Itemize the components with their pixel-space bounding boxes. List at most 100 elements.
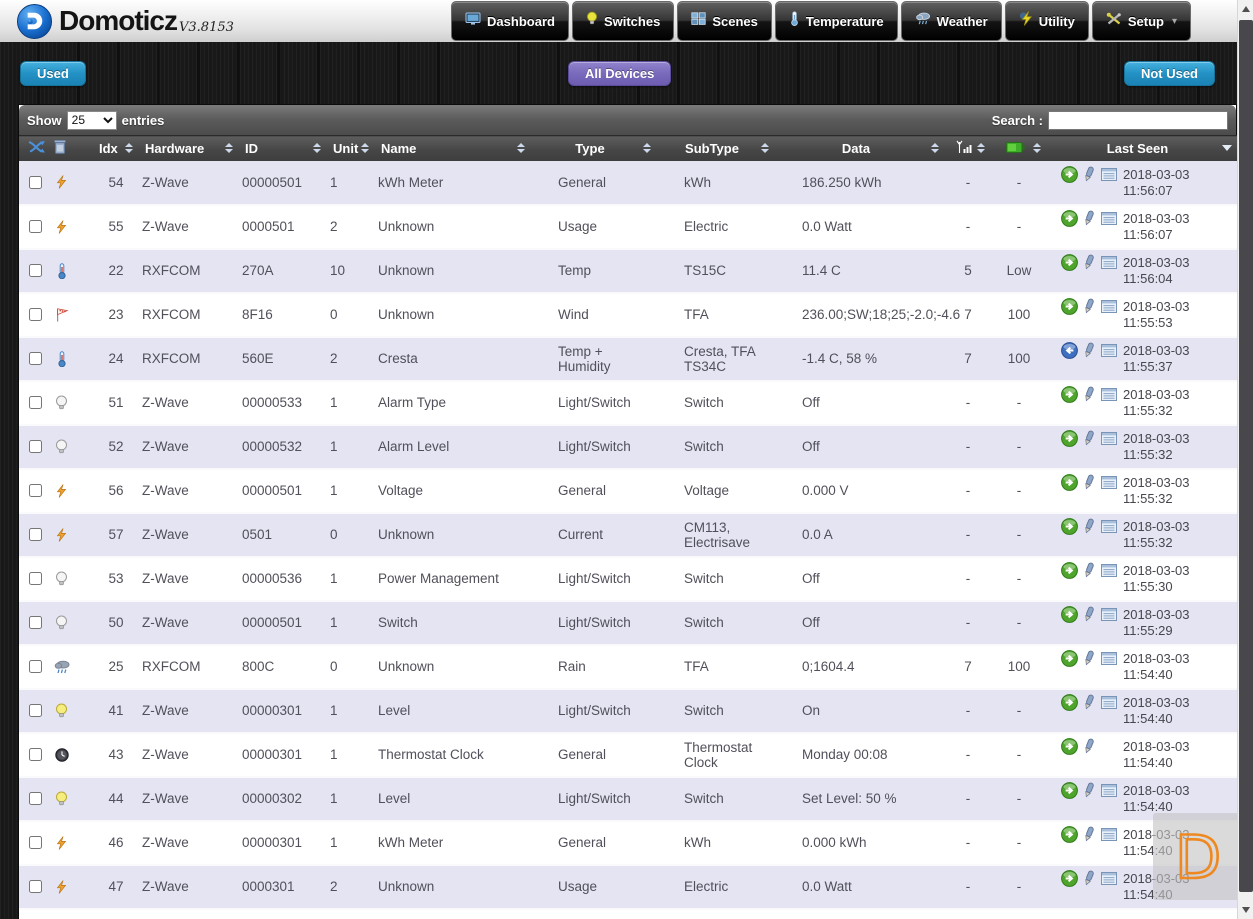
column-unit[interactable]: Unit <box>327 135 375 161</box>
rename-pencil-icon[interactable] <box>1083 826 1096 843</box>
set-used-arrow-icon[interactable] <box>1061 254 1078 271</box>
set-used-arrow-icon[interactable] <box>1061 298 1078 315</box>
used-filter-button[interactable]: Used <box>20 61 86 86</box>
search-input[interactable] <box>1048 110 1228 130</box>
log-icon[interactable] <box>1101 256 1117 269</box>
rename-pencil-icon[interactable] <box>1083 650 1096 667</box>
table-row[interactable]: 23 RXFCOM 8F16 0 Unknown Wind TFA 236.00;SW;18;… <box>19 292 1238 337</box>
rename-pencil-icon[interactable] <box>1083 166 1096 183</box>
log-icon[interactable] <box>1101 167 1117 181</box>
set-used-arrow-icon[interactable] <box>1061 210 1078 227</box>
not-used-filter-button[interactable]: Not Used <box>1123 61 1215 86</box>
table-row[interactable]: 53 Z-Wave 00000536 1 Power Management Light/S… <box>19 556 1238 601</box>
trash-icon[interactable] <box>54 139 66 157</box>
table-row[interactable]: 43 Z-Wave 00000301 1 Thermostat Clock General… <box>19 732 1238 777</box>
table-row[interactable]: 24 RXFCOM 560E 2 Cresta Temp + Humidity Cresta… <box>19 336 1238 381</box>
rename-pencil-icon[interactable] <box>1083 210 1096 227</box>
table-row[interactable]: 57 Z-Wave 0501 0 Unknown Current CM113, Electr… <box>19 512 1238 557</box>
row-checkbox[interactable] <box>29 175 42 189</box>
set-used-arrow-icon[interactable] <box>1061 826 1078 843</box>
column-battery[interactable] <box>991 135 1047 161</box>
set-used-arrow-icon[interactable] <box>1061 386 1078 403</box>
rename-pencil-icon[interactable] <box>1083 386 1096 403</box>
nav-tab-utility[interactable]: Utility <box>1004 1 1089 41</box>
table-row[interactable]: 56 Z-Wave 00000501 1 Voltage General Voltage 0.… <box>19 468 1238 513</box>
nav-tab-scenes[interactable]: Scenes <box>677 1 772 41</box>
column-name[interactable]: Name <box>375 135 531 161</box>
all-devices-filter-button[interactable]: All Devices <box>568 61 672 86</box>
rename-pencil-icon[interactable] <box>1083 342 1096 359</box>
rename-pencil-icon[interactable] <box>1083 738 1096 755</box>
table-row[interactable]: 2018-03-03 <box>19 908 1238 919</box>
log-icon[interactable] <box>1101 696 1117 709</box>
table-row[interactable]: 22 RXFCOM 270A 10 Unknown Temp TS15C 11.4 C 5 Low… <box>19 248 1238 293</box>
row-checkbox[interactable] <box>29 308 42 321</box>
rename-pencil-icon[interactable] <box>1083 430 1096 447</box>
log-icon[interactable] <box>1101 520 1117 533</box>
log-icon[interactable] <box>1101 784 1117 797</box>
table-row[interactable]: 46 Z-Wave 00000301 1 kWh Meter General kWh 0.00… <box>19 820 1238 865</box>
row-checkbox[interactable] <box>29 484 42 497</box>
table-row[interactable]: 25 RXFCOM 800C 0 Unknown Rain TFA 0;1604.4 7 100 2… <box>19 644 1238 689</box>
row-checkbox[interactable] <box>29 396 42 409</box>
rename-pencil-icon[interactable] <box>1083 474 1096 491</box>
log-icon[interactable] <box>1101 388 1117 401</box>
table-row[interactable]: 55 Z-Wave 0000501 2 Unknown Usage Electric 0.0 … <box>19 204 1238 249</box>
row-checkbox[interactable] <box>29 616 42 629</box>
column-hardware[interactable]: Hardware <box>139 135 239 161</box>
log-icon[interactable] <box>1101 476 1117 489</box>
log-icon[interactable] <box>1101 212 1117 225</box>
set-used-arrow-icon[interactable] <box>1061 694 1078 711</box>
set-used-arrow-icon[interactable] <box>1061 165 1078 183</box>
log-icon[interactable] <box>1101 608 1117 621</box>
row-checkbox[interactable] <box>29 836 42 849</box>
scrollbar-thumb[interactable] <box>1239 20 1253 892</box>
log-icon[interactable] <box>1101 652 1117 665</box>
column-idx[interactable]: Idx <box>93 135 139 161</box>
row-checkbox[interactable] <box>29 220 42 233</box>
swap-devices-icon[interactable] <box>27 140 46 157</box>
column-signal[interactable] <box>945 135 991 161</box>
table-row[interactable]: 50 Z-Wave 00000501 1 Switch Light/Switch Switc… <box>19 600 1238 645</box>
row-checkbox[interactable] <box>29 528 42 541</box>
log-icon[interactable] <box>1101 300 1117 313</box>
log-icon[interactable] <box>1101 564 1117 577</box>
set-used-arrow-icon[interactable] <box>1061 782 1078 799</box>
set-used-arrow-icon[interactable] <box>1061 562 1078 579</box>
nav-tab-setup[interactable]: Setup ▾ <box>1091 1 1191 41</box>
table-row[interactable]: 44 Z-Wave 00000302 1 Level Light/Switch Switch… <box>19 776 1238 821</box>
table-row[interactable]: 54 Z-Wave 00000501 1 kWh Meter General kWh 186.… <box>19 160 1238 205</box>
set-used-arrow-icon[interactable] <box>1061 518 1078 535</box>
nav-tab-temperature[interactable]: Temperature <box>774 1 898 41</box>
column-subtype[interactable]: SubType <box>657 135 775 161</box>
rename-pencil-icon[interactable] <box>1083 562 1096 579</box>
column-id[interactable]: ID <box>239 135 327 161</box>
set-used-arrow-icon[interactable] <box>1061 430 1078 447</box>
table-row[interactable]: 47 Z-Wave 0000301 2 Unknown Usage Electric 0.0 … <box>19 864 1238 909</box>
row-checkbox[interactable] <box>29 792 42 805</box>
vertical-scrollbar[interactable] <box>1237 0 1253 919</box>
rename-pencil-icon[interactable] <box>1083 298 1096 315</box>
nav-tab-switches[interactable]: Switches <box>571 1 675 41</box>
rename-pencil-icon[interactable] <box>1083 870 1096 887</box>
set-used-arrow-icon[interactable] <box>1061 870 1078 887</box>
row-checkbox[interactable] <box>29 748 42 761</box>
nav-tab-weather[interactable]: Weather <box>900 1 1002 41</box>
log-icon[interactable] <box>1101 828 1117 841</box>
nav-tab-dashboard[interactable]: Dashboard <box>451 1 569 41</box>
scroll-up-button[interactable] <box>1238 0 1253 18</box>
set-used-arrow-icon[interactable] <box>1061 650 1078 667</box>
table-row[interactable]: 51 Z-Wave 00000533 1 Alarm Type Light/Switch S… <box>19 380 1238 425</box>
row-checkbox[interactable] <box>29 704 42 717</box>
log-icon[interactable] <box>1101 872 1117 885</box>
row-checkbox[interactable] <box>29 660 42 673</box>
log-icon[interactable] <box>1101 344 1117 357</box>
row-checkbox[interactable] <box>29 352 42 365</box>
row-checkbox[interactable] <box>29 440 42 453</box>
rename-pencil-icon[interactable] <box>1083 518 1096 535</box>
column-data[interactable]: Data <box>775 135 945 161</box>
page-size-select[interactable]: 25 <box>66 110 117 130</box>
set-used-arrow-icon[interactable] <box>1061 606 1078 623</box>
row-checkbox[interactable] <box>29 264 42 277</box>
log-icon[interactable] <box>1101 432 1117 445</box>
